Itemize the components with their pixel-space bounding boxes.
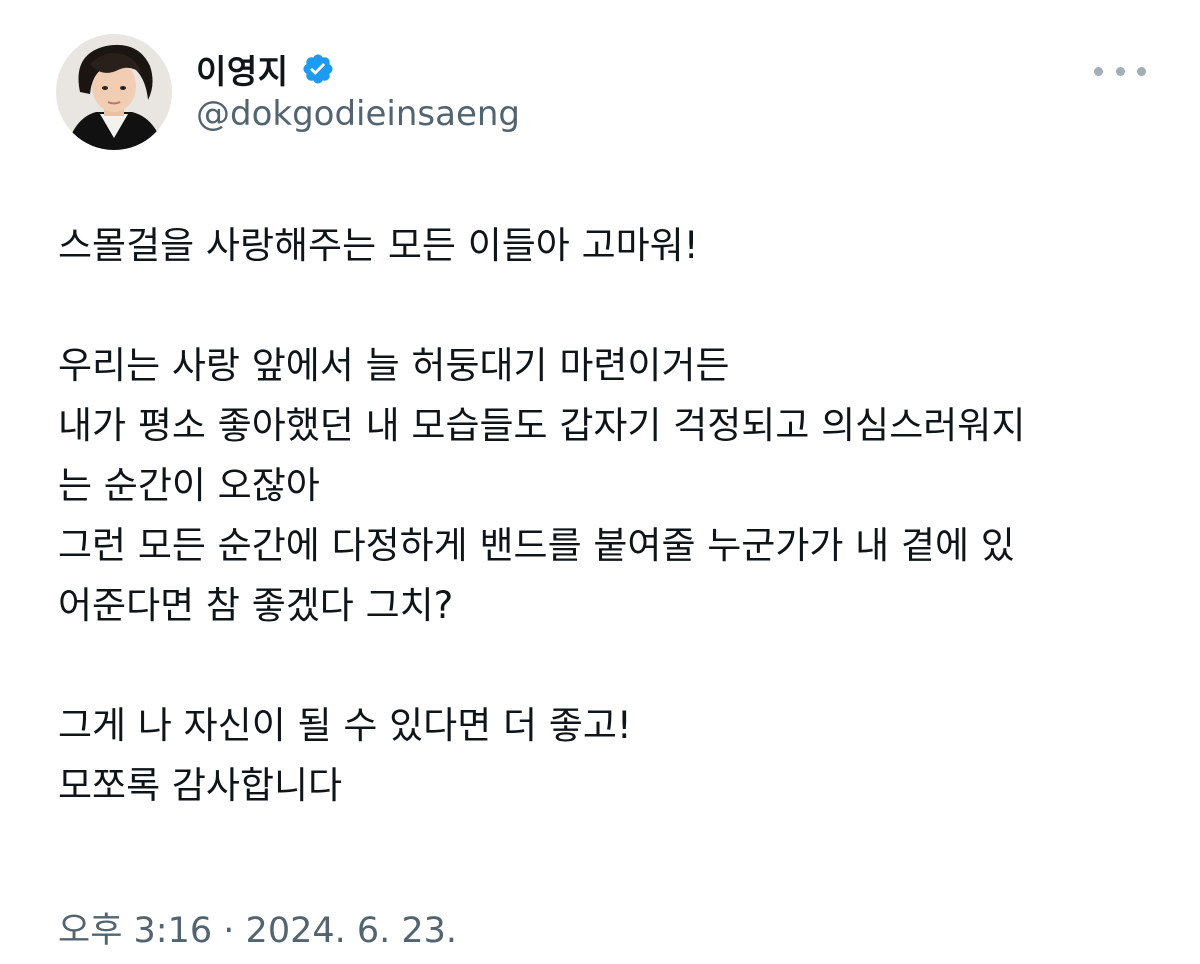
avatar-image	[56, 34, 172, 150]
meta-separator: ·	[223, 911, 235, 951]
author-handle[interactable]: @dokgodieinsaeng	[196, 94, 520, 134]
verified-badge-icon	[301, 52, 335, 86]
tweet-line: 는 순간이 오잖아	[58, 464, 320, 507]
tweet-date-link[interactable]: 2024. 6. 23.	[246, 911, 458, 951]
tweet-card: 이영지 @dokgodieinsaeng 스몰걸을 사랑해주는 모든 이들아 고…	[0, 0, 1200, 964]
tweet-line: 그게 나 자신이 될 수 있다면 더 좋고!	[58, 704, 632, 747]
tweet-time-link[interactable]: 오후 3:16	[58, 911, 212, 951]
display-name[interactable]: 이영지	[196, 45, 289, 93]
tweet-line: 내가 평소 좋아했던 내 모습들도 갑자기 걱정되고 의심스러워지	[58, 404, 1026, 447]
tweet-line: 그런 모든 순간에 다정하게 밴드를 붙여줄 누군가가 내 곁에 있	[58, 524, 1015, 567]
tweet-line: 어준다면 참 좋겠다 그치?	[58, 584, 454, 627]
more-horizontal-icon[interactable]	[1094, 54, 1146, 88]
tweet-line: 우리는 사랑 앞에서 늘 허둥대기 마련이거든	[58, 344, 730, 387]
avatar[interactable]	[56, 34, 172, 150]
tweet-text: 스몰걸을 사랑해주는 모든 이들아 고마워! 우리는 사랑 앞에서 늘 허둥대기…	[58, 216, 1158, 816]
tweet-line: 모쪼록 감사합니다	[58, 764, 343, 807]
tweet-line: 스몰걸을 사랑해주는 모든 이들아 고마워!	[58, 224, 699, 267]
author-name-row: 이영지	[196, 46, 335, 92]
tweet-timestamp: 오후 3:16 · 2024. 6. 23.	[58, 902, 457, 953]
